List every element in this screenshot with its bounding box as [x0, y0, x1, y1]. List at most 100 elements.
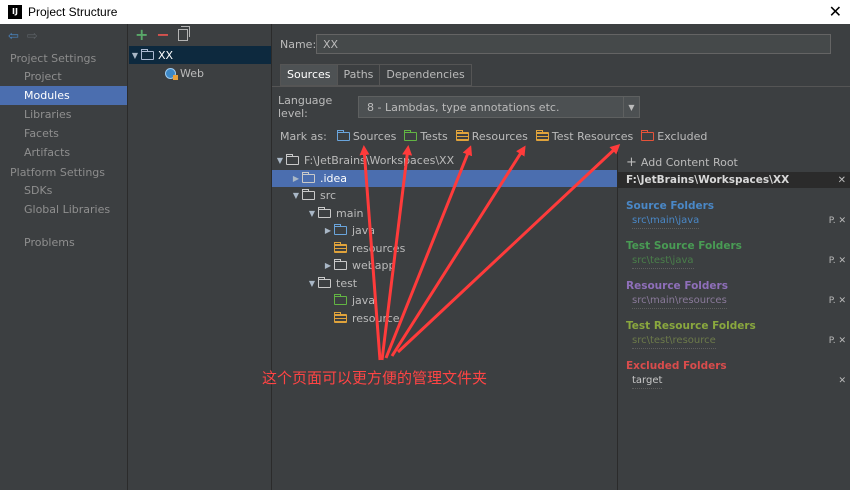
folder-icon: [302, 189, 315, 201]
mark-sources-button[interactable]: Sources: [336, 130, 396, 143]
source-folders-title: Source Folders: [626, 200, 715, 212]
modules-toolbar: + −: [129, 24, 271, 46]
test-resource-folder-icon: [535, 130, 549, 141]
folder-icon: [302, 171, 315, 183]
mark-resources-button[interactable]: Resources: [455, 130, 528, 143]
resource-folder-path: src\main\resources P. ✕: [618, 294, 850, 309]
expand-arrow-icon[interactable]: ▶: [322, 261, 334, 270]
resource-folder-icon: [455, 130, 469, 141]
folder-icon: [318, 276, 331, 288]
tree-label: java: [352, 294, 376, 308]
tab-divider: [272, 86, 850, 87]
content-tree: ▼ F:\JetBrains\Workspaces\XX ▶ .idea ▼ s…: [272, 152, 617, 490]
project-settings-header: Project Settings: [10, 52, 97, 65]
source-folder-icon: [334, 224, 347, 236]
remove-icon[interactable]: ✕: [838, 374, 846, 388]
mark-excluded-button[interactable]: Excluded: [641, 130, 707, 143]
tree-row-idea[interactable]: ▶ .idea: [272, 169, 617, 187]
tree-row-src[interactable]: ▼ src: [272, 187, 617, 205]
tree-row-main[interactable]: ▼ main: [272, 205, 617, 223]
sidebar-item-problems[interactable]: Problems: [0, 233, 127, 252]
edit-remove-icon[interactable]: P. ✕: [829, 334, 846, 348]
edit-remove-icon[interactable]: P. ✕: [829, 214, 846, 228]
resource-folder-icon: [334, 241, 347, 253]
sidebar-item-sdks[interactable]: SDKs: [0, 181, 127, 200]
mark-tests-label: Tests: [420, 130, 448, 143]
close-icon[interactable]: ✕: [829, 2, 842, 22]
folder-icon: [286, 154, 299, 166]
test-source-folder-path: src\test\java P. ✕: [618, 254, 850, 269]
tree-label: test: [336, 276, 358, 290]
sidebar-item-libraries[interactable]: Libraries: [0, 105, 127, 124]
excluded-folder-path-text: target: [632, 374, 663, 389]
module-row-web[interactable]: Web: [129, 64, 271, 82]
sidebar-item-project[interactable]: Project: [0, 67, 127, 86]
excluded-folders-title: Excluded Folders: [626, 360, 727, 372]
collapse-arrow-icon[interactable]: ▼: [274, 156, 286, 165]
source-folder-path: src\main\java P. ✕: [618, 214, 850, 229]
tab-sources[interactable]: Sources: [280, 64, 338, 86]
expand-arrow-icon[interactable]: ▶: [290, 174, 302, 183]
test-folder-icon: [334, 294, 347, 306]
test-source-folder-path-text: src\test\java: [632, 254, 694, 269]
sidebar-item-global-libraries[interactable]: Global Libraries: [0, 200, 127, 219]
tree-row-test[interactable]: ▼ test: [272, 275, 617, 293]
chevron-down-icon[interactable]: ▼: [623, 97, 639, 117]
tree-label: java: [352, 224, 376, 238]
tree-label: .idea: [320, 171, 348, 185]
back-arrow-icon[interactable]: ⇦: [8, 30, 19, 43]
tree-row-resources[interactable]: resources: [272, 240, 617, 258]
tree-row-main-java[interactable]: ▶ java: [272, 222, 617, 240]
tree-row-test-resource[interactable]: resource: [272, 310, 617, 328]
settings-sidebar: ⇦ ⇨ Project Settings Project Modules Lib…: [0, 24, 128, 490]
collapse-arrow-icon[interactable]: ▼: [306, 279, 318, 288]
edit-remove-icon[interactable]: P. ✕: [829, 294, 846, 308]
add-icon[interactable]: +: [135, 27, 148, 43]
tab-dependencies[interactable]: Dependencies: [380, 64, 472, 86]
window-title: Project Structure: [28, 5, 118, 19]
mark-resources-label: Resources: [471, 130, 528, 143]
expand-arrow-icon[interactable]: ▼: [129, 51, 141, 60]
module-folder-icon: [141, 48, 154, 60]
collapse-arrow-icon[interactable]: ▼: [306, 209, 318, 218]
tab-bar: Sources Paths Dependencies: [280, 64, 472, 86]
add-content-root-button[interactable]: + Add Content Root: [618, 152, 850, 172]
tree-row-root[interactable]: ▼ F:\JetBrains\Workspaces\XX: [272, 152, 617, 170]
collapse-arrow-icon[interactable]: ▼: [290, 191, 302, 200]
folder-icon: [318, 206, 331, 218]
edit-remove-icon[interactable]: P. ✕: [829, 254, 846, 268]
mark-test-resources-button[interactable]: Test Resources: [535, 130, 633, 143]
test-resource-folder-path: src\test\resource P. ✕: [618, 334, 850, 349]
module-settings-panel: Name: Sources Paths Dependencies Languag…: [272, 24, 850, 490]
forward-arrow-icon[interactable]: ⇨: [27, 30, 38, 43]
expand-arrow-icon[interactable]: ▶: [322, 226, 334, 235]
web-facet-icon: [165, 67, 178, 80]
source-folder-icon: [336, 130, 350, 141]
platform-settings-header: Platform Settings: [10, 166, 106, 179]
sidebar-item-modules[interactable]: Modules: [0, 86, 127, 105]
remove-root-icon[interactable]: ✕: [838, 175, 846, 186]
sidebar-item-artifacts[interactable]: Artifacts: [0, 143, 127, 162]
tree-label: webapp: [352, 259, 396, 273]
test-resource-folder-icon: [334, 311, 347, 323]
remove-icon[interactable]: −: [156, 27, 169, 43]
tree-label: F:\JetBrains\Workspaces\XX: [304, 154, 455, 168]
sidebar-item-facets[interactable]: Facets: [0, 124, 127, 143]
tree-row-webapp[interactable]: ▶ webapp: [272, 257, 617, 275]
language-level-select[interactable]: 8 - Lambdas, type annotations etc. ▼: [358, 96, 640, 118]
tree-row-test-java[interactable]: java: [272, 292, 617, 310]
source-folder-path-text: src\main\java: [632, 214, 700, 229]
content-root-panel: + Add Content Root F:\JetBrains\Workspac…: [617, 152, 850, 490]
module-label: XX: [158, 48, 174, 62]
tab-paths[interactable]: Paths: [337, 64, 381, 86]
language-level-value: 8 - Lambdas, type annotations etc.: [367, 100, 560, 114]
language-level-row: Language level: 8 - Lambdas, type annota…: [278, 94, 640, 120]
module-row-xx[interactable]: ▼ XX: [129, 46, 271, 64]
plus-icon: +: [626, 154, 637, 170]
resource-folder-path-text: src\main\resources: [632, 294, 727, 309]
copy-icon[interactable]: [177, 26, 190, 41]
module-name-input[interactable]: [316, 34, 831, 54]
add-content-root-label: Add Content Root: [640, 155, 738, 169]
tree-label: main: [336, 206, 364, 220]
mark-tests-button[interactable]: Tests: [404, 130, 448, 143]
